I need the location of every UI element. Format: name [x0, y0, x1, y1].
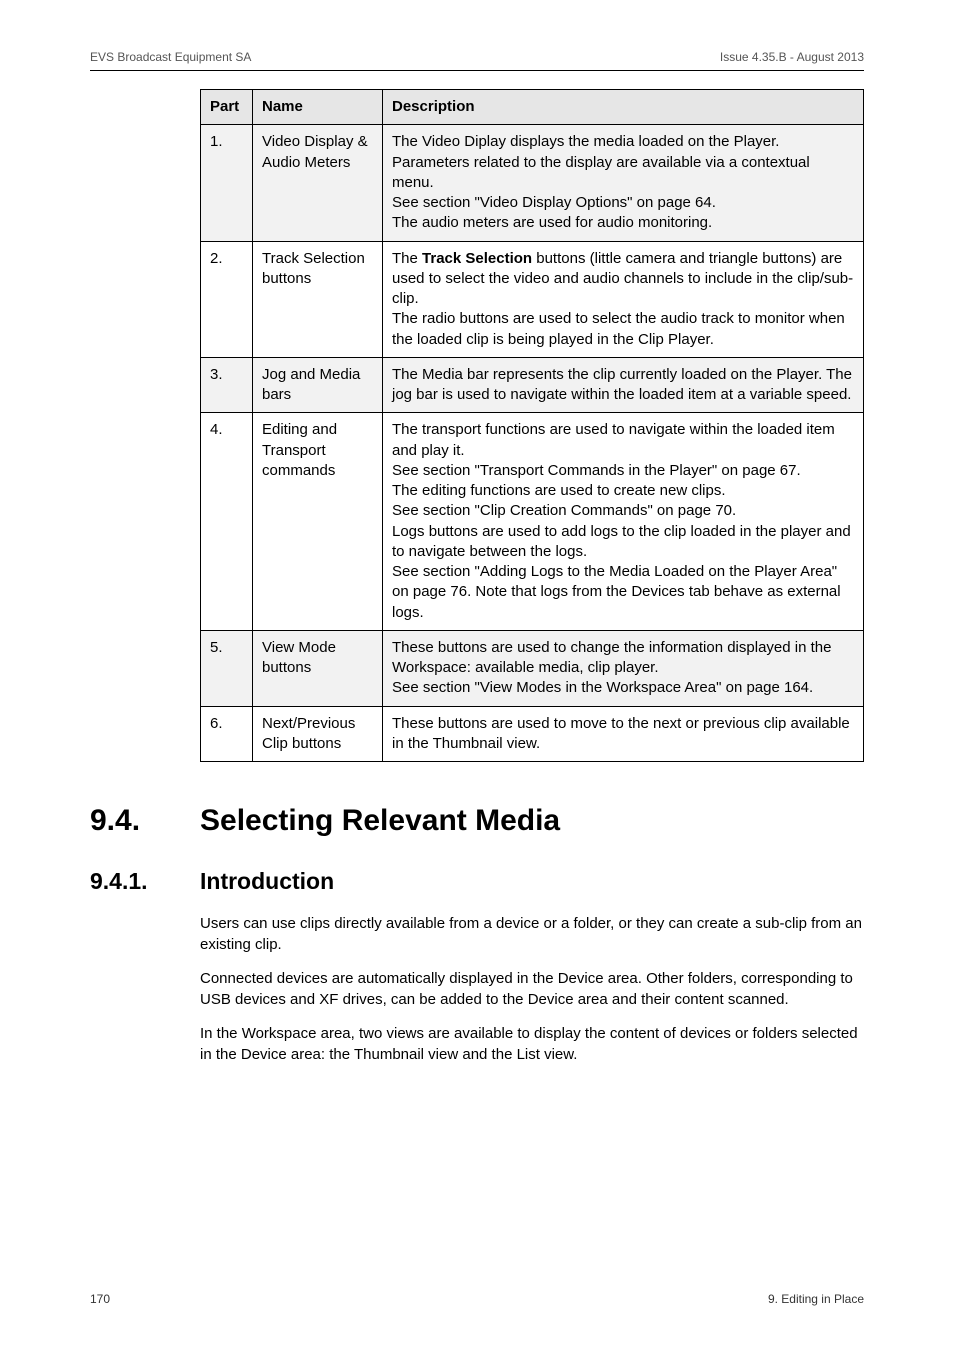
cell-name: Editing and Transport commands: [253, 413, 383, 631]
desc-pre: The: [392, 250, 422, 267]
heading-title: Selecting Relevant Media: [200, 804, 560, 838]
page-number: 170: [90, 1292, 110, 1306]
cell-part: 3.: [201, 357, 253, 413]
section-heading-9-4: 9.4. Selecting Relevant Media: [90, 804, 864, 838]
table-row: 5. View Mode buttons These buttons are u…: [201, 630, 864, 706]
cell-desc: The Media bar represents the clip curren…: [383, 357, 864, 413]
cell-part: 6.: [201, 706, 253, 762]
cell-desc: These buttons are used to change the inf…: [383, 630, 864, 706]
table-row: 3. Jog and Media bars The Media bar repr…: [201, 357, 864, 413]
running-header: EVS Broadcast Equipment SA Issue 4.35.B …: [90, 50, 864, 71]
cell-name: View Mode buttons: [253, 630, 383, 706]
cell-desc: These buttons are used to move to the ne…: [383, 706, 864, 762]
header-left: EVS Broadcast Equipment SA: [90, 50, 251, 64]
table-row: 6. Next/Previous Clip buttons These butt…: [201, 706, 864, 762]
heading-number: 9.4.: [90, 804, 200, 838]
heading-number: 9.4.1.: [90, 868, 200, 895]
table-row: 1. Video Display & Audio Meters The Vide…: [201, 125, 864, 241]
th-description: Description: [383, 90, 864, 125]
th-part: Part: [201, 90, 253, 125]
cell-part: 4.: [201, 413, 253, 631]
footer-section: 9. Editing in Place: [768, 1292, 864, 1306]
desc-bold: Track Selection: [422, 250, 532, 267]
cell-name: Next/Previous Clip buttons: [253, 706, 383, 762]
body-paragraph: Connected devices are automatically disp…: [200, 968, 864, 1010]
table-row: 2. Track Selection buttons The Track Sel…: [201, 241, 864, 357]
cell-name: Track Selection buttons: [253, 241, 383, 357]
section-heading-9-4-1: 9.4.1. Introduction: [90, 868, 864, 895]
cell-name: Video Display & Audio Meters: [253, 125, 383, 241]
cell-desc: The transport functions are used to navi…: [383, 413, 864, 631]
cell-part: 2.: [201, 241, 253, 357]
cell-name: Jog and Media bars: [253, 357, 383, 413]
cell-desc: The Track Selection buttons (little came…: [383, 241, 864, 357]
cell-part: 1.: [201, 125, 253, 241]
cell-part: 5.: [201, 630, 253, 706]
header-right: Issue 4.35.B - August 2013: [720, 50, 864, 64]
heading-title: Introduction: [200, 868, 334, 895]
table-row: 4. Editing and Transport commands The tr…: [201, 413, 864, 631]
cell-desc: The Video Diplay displays the media load…: [383, 125, 864, 241]
parts-table: Part Name Description 1. Video Display &…: [200, 89, 864, 762]
body-paragraph: In the Workspace area, two views are ava…: [200, 1023, 864, 1065]
th-name: Name: [253, 90, 383, 125]
body-paragraph: Users can use clips directly available f…: [200, 913, 864, 955]
page-footer: 170 9. Editing in Place: [90, 1292, 864, 1306]
